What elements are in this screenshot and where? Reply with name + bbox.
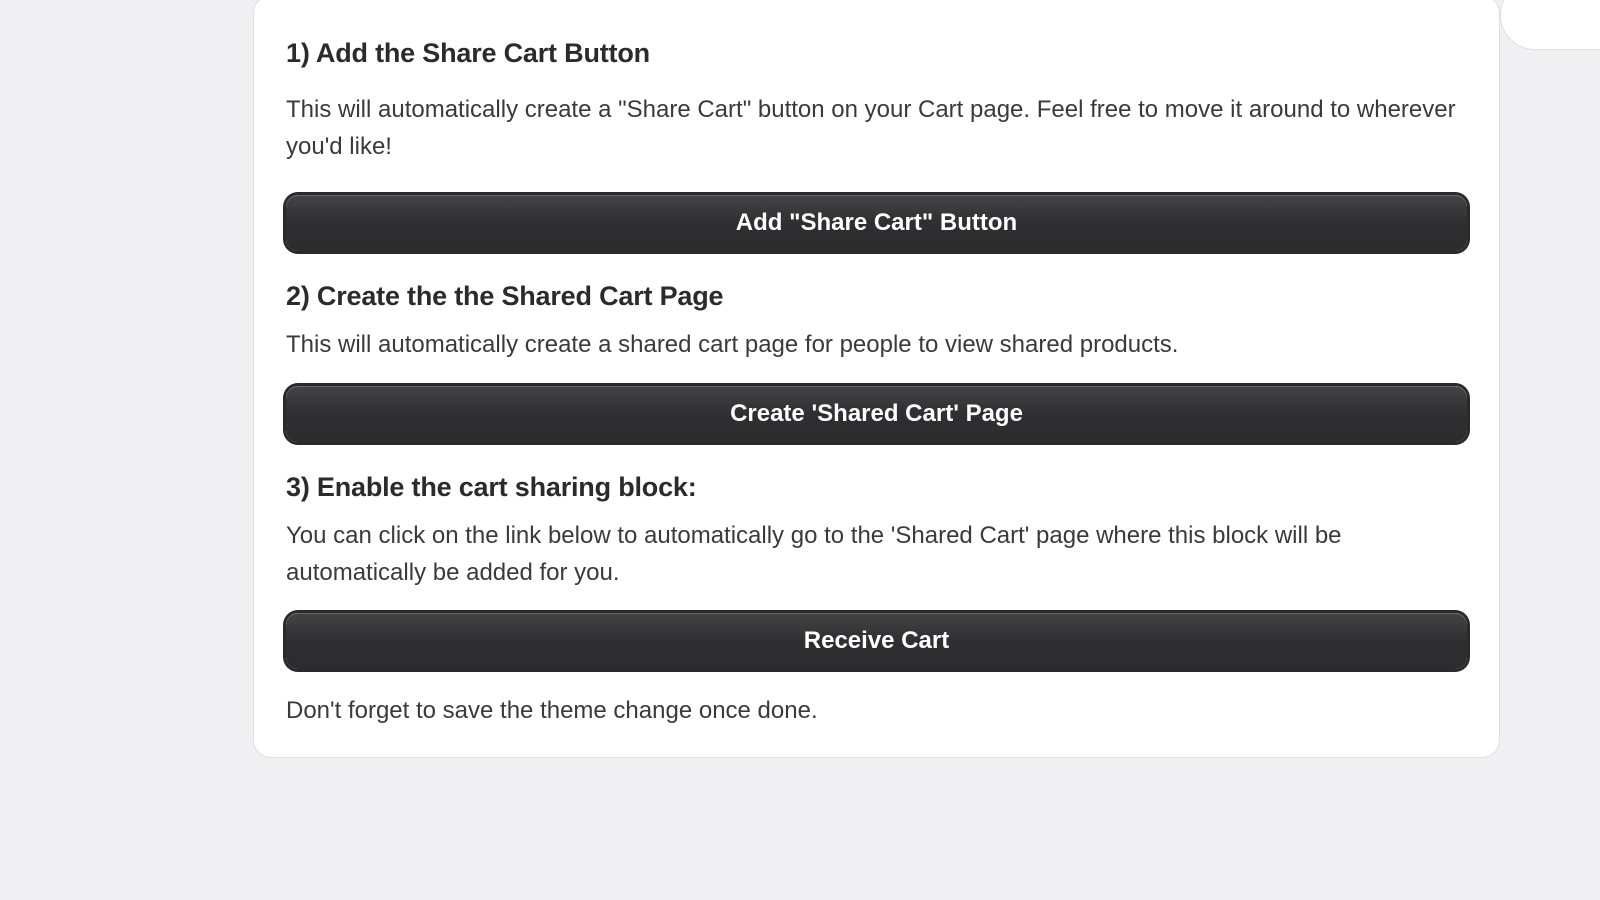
step-2-section: 2) Create the the Shared Cart Page This … (286, 281, 1467, 441)
step-2-heading: 2) Create the the Shared Cart Page (286, 281, 1467, 312)
create-shared-cart-page-button[interactable]: Create 'Shared Cart' Page (286, 386, 1467, 442)
step-1-heading: 1) Add the Share Cart Button (286, 38, 1467, 69)
footer-note: Don't forget to save the theme change on… (286, 697, 1467, 725)
setup-steps-card: 1) Add the Share Cart Button This will a… (253, 0, 1500, 758)
step-3-heading: 3) Enable the cart sharing block: (286, 472, 1467, 503)
step-1-description: This will automatically create a "Share … (286, 91, 1467, 165)
add-share-cart-button[interactable]: Add "Share Cart" Button (286, 195, 1467, 251)
receive-cart-button[interactable]: Receive Cart (286, 613, 1467, 669)
step-3-description: You can click on the link below to autom… (286, 517, 1467, 591)
step-1-section: 1) Add the Share Cart Button This will a… (286, 38, 1467, 251)
step-3-section: 3) Enable the cart sharing block: You ca… (286, 472, 1467, 669)
decorative-corner-shape (1500, 0, 1600, 50)
step-2-description: This will automatically create a shared … (286, 326, 1467, 363)
